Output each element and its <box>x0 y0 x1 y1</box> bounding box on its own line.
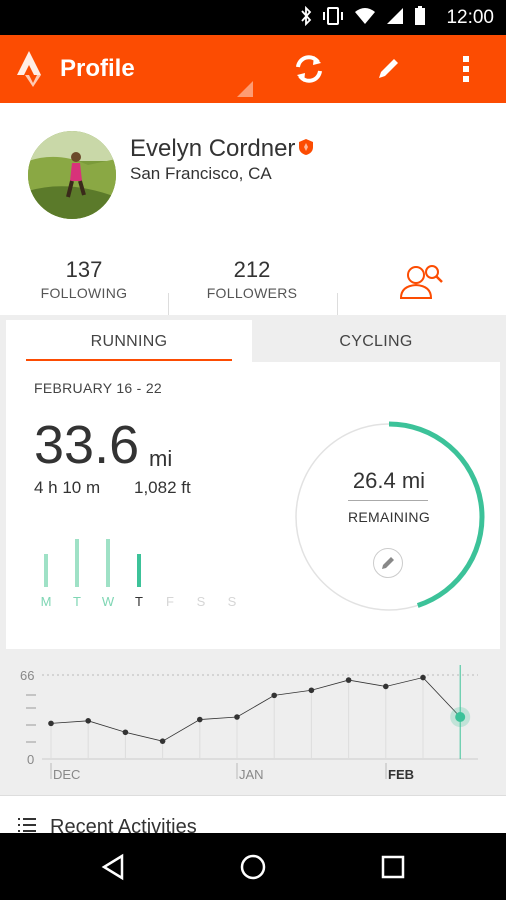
history-line <box>50 677 461 742</box>
profile-header: Evelyn Cordner San Francisco, CA <box>0 103 506 253</box>
weekly-goal-ring[interactable]: 26.4 mi REMAINING <box>292 420 486 614</box>
weekly-summary-card: FEBRUARY 16 - 22 33.6 mi 4 h 10 m 1,082 … <box>6 362 500 649</box>
vibrate-icon <box>323 7 343 25</box>
recents-square-icon <box>381 855 405 879</box>
data-point <box>345 677 352 683</box>
day-label: T <box>73 594 81 609</box>
day-bar <box>106 539 110 587</box>
day-label: T <box>135 594 143 609</box>
back-button[interactable] <box>93 847 133 887</box>
battery-icon <box>415 6 425 25</box>
distance-unit: mi <box>149 446 173 471</box>
daily-activity-bars <box>34 527 234 587</box>
following-label: FOLLOWING <box>40 285 128 301</box>
pencil-icon <box>382 557 394 569</box>
weekly-distance: 33.6 <box>34 415 140 475</box>
weekly-elevation: 1,082 ft <box>134 478 191 497</box>
following-count: 137 <box>65 257 103 282</box>
data-point <box>308 687 315 694</box>
clock: 12:00 <box>446 7 494 28</box>
day-bar <box>75 539 79 587</box>
data-point <box>234 714 240 720</box>
data-point <box>159 738 166 744</box>
recent-activities-row[interactable]: Recent Activities <box>0 795 506 838</box>
data-point <box>383 683 389 690</box>
followers-label: FOLLOWERS <box>206 285 298 301</box>
tab-running[interactable]: RUNNING <box>6 320 252 362</box>
more-vert-icon <box>463 56 469 82</box>
app-bar: Profile <box>0 35 506 103</box>
back-triangle-icon <box>101 853 124 881</box>
day-bar <box>44 554 48 587</box>
goal-remaining-value: 26.4 mi <box>352 468 426 493</box>
tab-cycling[interactable]: CYCLING <box>252 320 500 362</box>
day-bar <box>137 554 141 587</box>
bluetooth-icon <box>301 6 312 26</box>
premium-shield-icon <box>299 139 313 155</box>
y-min-label: 0 <box>27 752 34 767</box>
data-point <box>420 674 426 681</box>
list-icon <box>18 818 36 832</box>
edit-goal-button[interactable] <box>373 548 403 578</box>
following-stat[interactable]: 137 FOLLOWING <box>0 253 168 301</box>
day-label: M <box>40 594 52 609</box>
data-point <box>271 692 278 699</box>
day-label: S <box>227 594 237 609</box>
tab-indicator <box>26 359 232 361</box>
edit-button[interactable] <box>368 49 408 89</box>
athlete-location: San Francisco, CA <box>130 164 272 183</box>
weekly-history-chart[interactable]: 66 0 DEC JAN FEB <box>0 655 506 785</box>
status-bar: 12:00 <box>0 0 506 35</box>
follow-stats: 137 FOLLOWING 212 FOLLOWERS <box>0 253 506 315</box>
status-icons <box>300 6 426 26</box>
followers-stat[interactable]: 212 FOLLOWERS <box>168 253 336 301</box>
goal-divider <box>348 500 428 501</box>
weekly-time: 4 h 10 m <box>34 478 101 497</box>
home-button[interactable] <box>233 847 273 887</box>
day-label: W <box>101 594 115 609</box>
refresh-button[interactable] <box>289 49 329 89</box>
system-nav-bar <box>0 833 506 900</box>
overflow-menu-button[interactable] <box>446 49 486 89</box>
goal-remaining-label: REMAINING <box>347 509 431 525</box>
data-point <box>48 720 54 727</box>
athlete-name: Evelyn Cordner <box>130 135 296 162</box>
data-point <box>85 718 91 724</box>
data-point <box>197 716 203 723</box>
find-friends-icon[interactable] <box>396 258 446 303</box>
sport-tabs: RUNNING CYCLING <box>6 320 500 362</box>
month-label: FEB <box>388 767 414 782</box>
recents-button[interactable] <box>373 847 413 887</box>
current-week-point <box>455 712 466 722</box>
wifi-icon <box>355 8 375 24</box>
month-label: JAN <box>239 767 264 782</box>
week-range: FEBRUARY 16 - 22 <box>34 380 163 396</box>
divider <box>337 293 338 315</box>
avatar[interactable] <box>28 131 116 219</box>
data-point <box>122 729 129 736</box>
signal-icon <box>387 8 403 24</box>
y-max-label: 66 <box>20 668 34 683</box>
month-label: DEC <box>53 767 80 782</box>
app-title[interactable]: Profile <box>60 55 135 83</box>
strava-logo-icon[interactable] <box>16 49 50 87</box>
day-label: F <box>166 594 174 609</box>
avatar-photo <box>28 131 116 219</box>
home-circle-icon <box>240 854 266 880</box>
day-label: S <box>196 594 206 609</box>
pencil-icon <box>379 59 398 78</box>
dropdown-indicator-icon[interactable] <box>237 81 253 97</box>
followers-count: 212 <box>233 257 271 282</box>
refresh-icon <box>296 55 322 83</box>
